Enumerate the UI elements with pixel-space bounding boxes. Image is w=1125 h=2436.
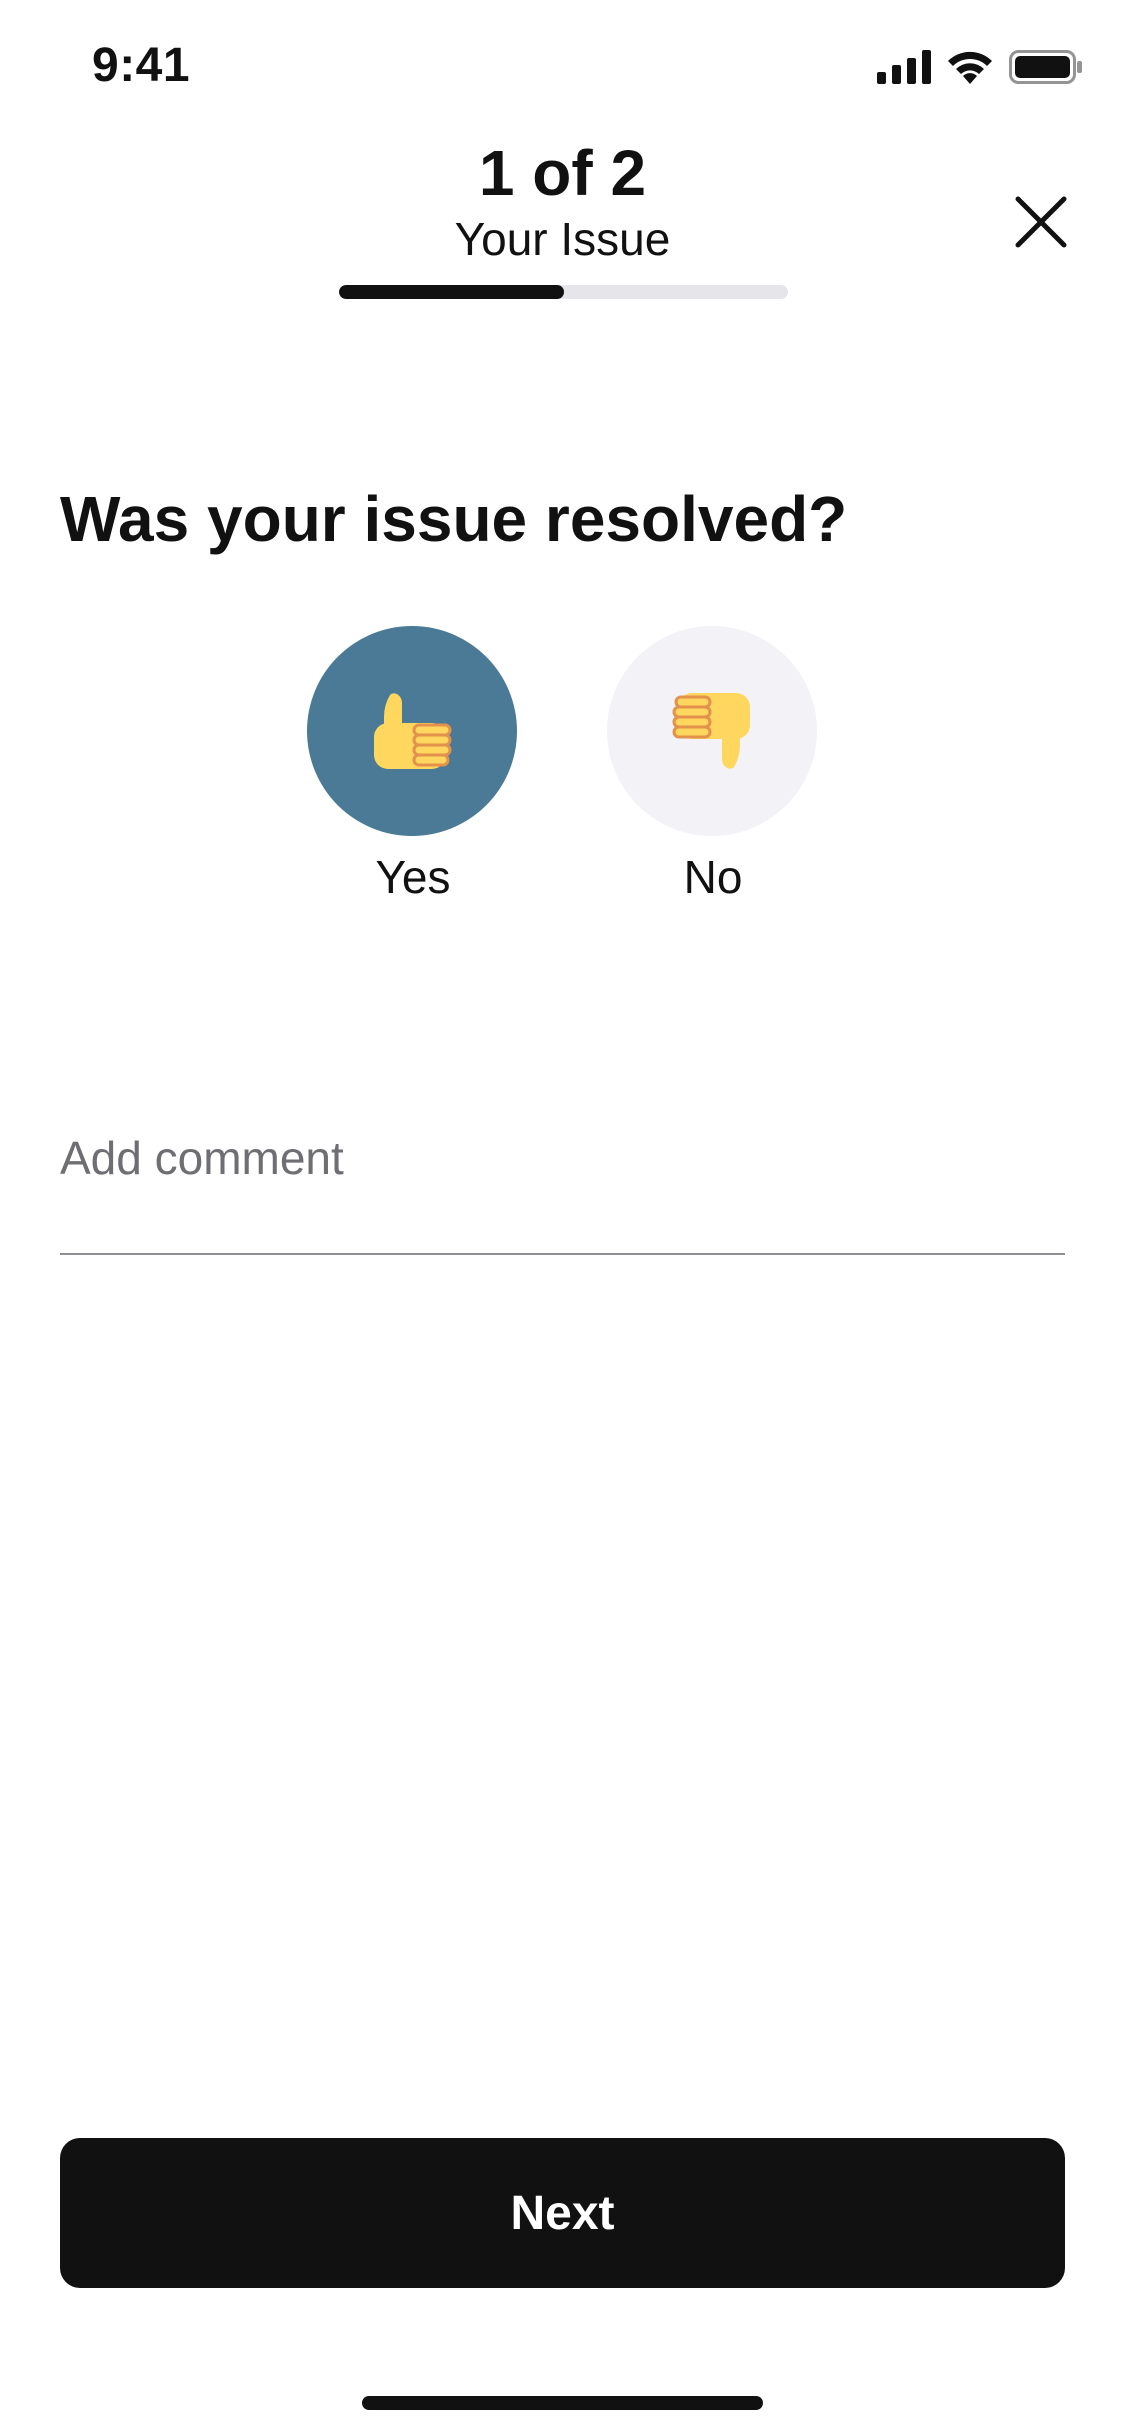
step-title: Your Issue <box>454 213 671 265</box>
close-button[interactable] <box>1015 196 1067 248</box>
thumbs-down-icon <box>672 693 750 769</box>
status-icons <box>877 50 1083 84</box>
wifi-icon <box>948 51 992 84</box>
step-counter: 1 of 2 <box>478 137 647 209</box>
yes-circle[interactable] <box>307 626 517 836</box>
cellular-signal-icon <box>877 50 931 84</box>
next-button[interactable]: Next <box>60 2138 1065 2288</box>
yes-option[interactable]: Yes <box>307 626 519 904</box>
status-time: 9:41 <box>92 39 191 92</box>
comment-underline <box>60 1253 1065 1255</box>
progress-fill <box>339 285 564 299</box>
no-label: No <box>683 851 743 903</box>
no-circle[interactable] <box>607 626 817 836</box>
progress-bar <box>339 285 788 299</box>
question-title: Was your issue resolved? <box>60 483 848 555</box>
home-indicator <box>362 2396 763 2410</box>
yes-label: Yes <box>375 851 451 903</box>
battery-icon <box>1009 50 1082 84</box>
comment-input[interactable] <box>60 1130 1065 1186</box>
thumbs-up-icon <box>374 693 452 769</box>
close-icon <box>1015 196 1067 248</box>
no-option[interactable]: No <box>607 626 819 904</box>
